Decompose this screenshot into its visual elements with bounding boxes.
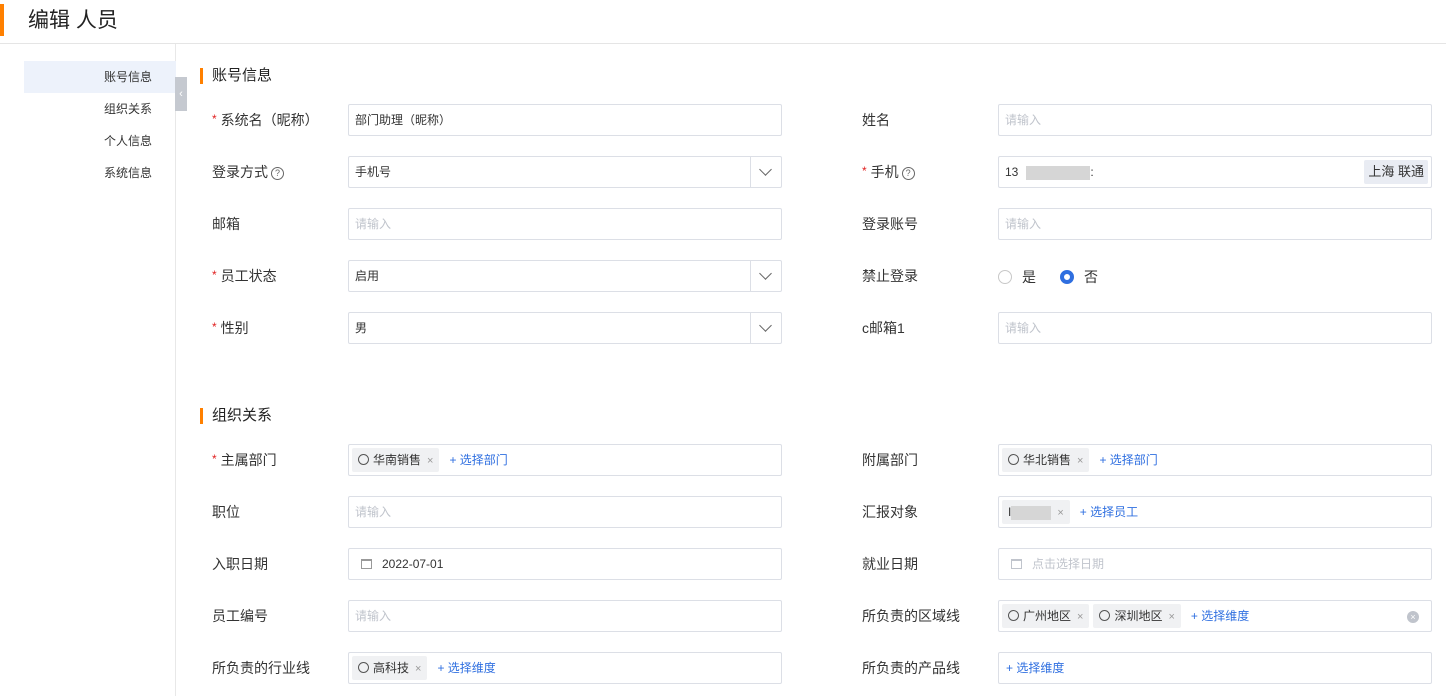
position-label: 职位 (212, 504, 240, 520)
dept-circle-icon (1008, 610, 1019, 621)
dept-tag: 华南销售 × (352, 448, 440, 472)
close-icon[interactable]: × (1168, 611, 1174, 623)
redacted-block (1011, 505, 1052, 520)
industry-line-label: 所负责的行业线 (212, 660, 310, 676)
nickname-label: * 系统名（昵称） (212, 112, 319, 128)
radio-no[interactable]: 否 (1060, 268, 1098, 286)
login-account-label: 登录账号 (862, 216, 918, 232)
main-dept-picker[interactable]: 华南销售 × + 选择部门 (348, 444, 782, 476)
product-line-picker[interactable]: + 选择维度 (998, 652, 1432, 684)
name-input[interactable]: 请输入 (998, 104, 1432, 136)
required-mark: * (212, 112, 217, 126)
calendar-icon (1011, 559, 1022, 569)
nickname-input[interactable]: 部门助理（昵称） (348, 104, 782, 136)
help-icon[interactable]: ? (271, 167, 284, 180)
c-email-input[interactable]: 请输入 (998, 312, 1432, 344)
entry-date-label: 入职日期 (212, 556, 268, 572)
product-line-label: 所负责的产品线 (862, 660, 960, 676)
c-email-label: c邮箱1 (862, 320, 905, 336)
industry-tag: 高科技 × (352, 656, 428, 680)
gender-select[interactable]: 男 (348, 312, 782, 344)
sidebar-item-system[interactable]: 系统信息 (24, 157, 176, 189)
close-icon[interactable]: × (1057, 507, 1063, 519)
sidebar-item-personal[interactable]: 个人信息 (24, 125, 176, 157)
dept-circle-icon (1099, 610, 1111, 621)
sub-dept-label: 附属部门 (862, 452, 918, 468)
report-to-label: 汇报对象 (862, 504, 918, 520)
sidebar-item-account[interactable]: 账号信息 (24, 61, 176, 93)
required-mark: * (212, 320, 217, 334)
status-label: * 员工状态 (212, 268, 277, 284)
chevron-down-icon[interactable] (750, 157, 781, 187)
section-title-org: 组织关系 (200, 406, 272, 426)
add-dept-link[interactable]: + 选择部门 (449, 445, 507, 475)
chevron-down-icon[interactable] (750, 313, 781, 343)
dept-circle-icon (358, 454, 369, 465)
section-title-account: 账号信息 (200, 66, 272, 86)
position-input[interactable]: 请输入 (348, 496, 782, 528)
add-dimension-link[interactable]: + 选择维度 (1191, 601, 1249, 631)
dept-circle-icon (358, 662, 369, 673)
redacted-block (1026, 165, 1091, 180)
login-method-select[interactable]: 手机号 (348, 156, 782, 188)
carrier-badge: 上海 联通 (1364, 160, 1428, 184)
forbid-login-label: 禁止登录 (862, 268, 918, 284)
add-dimension-link[interactable]: + 选择维度 (1006, 653, 1064, 683)
name-label: 姓名 (862, 112, 890, 128)
close-icon[interactable]: × (1077, 455, 1083, 467)
employment-date-label: 就业日期 (862, 556, 918, 572)
phone-label: * 手机? (862, 162, 915, 183)
page-title: 编辑 人员 (28, 9, 118, 32)
employment-date-picker[interactable]: 点击选择日期 (998, 548, 1432, 580)
header-accent-bar (0, 4, 4, 36)
required-mark: * (212, 452, 217, 466)
gender-label: * 性别 (212, 320, 249, 336)
radio-unchecked-icon[interactable] (998, 270, 1012, 284)
chevron-down-icon[interactable] (750, 261, 781, 291)
login-method-value: 手机号 (355, 165, 392, 179)
radio-checked-icon[interactable] (1060, 270, 1074, 284)
employee-no-input[interactable]: 请输入 (348, 600, 782, 632)
help-icon[interactable]: ? (901, 167, 915, 180)
status-value: 启用 (355, 269, 380, 283)
add-dept-link[interactable]: + 选择部门 (1099, 445, 1157, 475)
add-employee-link[interactable]: + 选择员工 (1080, 497, 1138, 527)
email-input[interactable]: 请输入 (348, 208, 782, 240)
phone-input[interactable]: 13: 上海 联通 (998, 156, 1432, 188)
login-method-label: 登录方式? (212, 162, 284, 182)
add-dimension-link[interactable]: + 选择维度 (437, 653, 495, 683)
region-tag: 深圳地区 × (1093, 604, 1181, 628)
sidebar: 账号信息 组织关系 个人信息 系统信息 (0, 44, 176, 696)
region-line-label: 所负责的区域线 (862, 608, 960, 624)
required-mark: * (212, 268, 217, 282)
login-account-input[interactable]: 请输入 (998, 208, 1432, 240)
radio-yes[interactable]: 是 (998, 268, 1036, 286)
employee-no-label: 员工编号 (212, 608, 268, 624)
clear-icon[interactable]: × (1407, 611, 1419, 623)
region-tag: 广州地区 × (1002, 604, 1090, 628)
sidebar-item-org[interactable]: 组织关系 (24, 93, 176, 125)
employee-tag: I × (1002, 500, 1070, 524)
dept-tag: 华北销售 × (1002, 448, 1090, 472)
dept-circle-icon (1008, 454, 1019, 465)
sidebar-collapse-icon[interactable]: ‹ (175, 77, 187, 111)
status-select[interactable]: 启用 (348, 260, 782, 292)
calendar-icon (361, 559, 372, 569)
gender-value: 男 (355, 321, 368, 335)
close-icon[interactable]: × (1077, 611, 1083, 623)
entry-date-picker[interactable]: 2022-07-01 (348, 548, 782, 580)
report-to-picker[interactable]: I × + 选择员工 (998, 496, 1432, 528)
close-icon[interactable]: × (427, 455, 433, 467)
page-header: 编辑 人员 (0, 0, 1446, 44)
region-line-picker[interactable]: 广州地区 × 深圳地区 × + 选择维度 × (998, 600, 1432, 632)
close-icon[interactable]: × (415, 663, 421, 675)
main-dept-label: * 主属部门 (212, 452, 277, 468)
sub-dept-picker[interactable]: 华北销售 × + 选择部门 (998, 444, 1432, 476)
required-mark: * (862, 164, 867, 178)
industry-line-picker[interactable]: 高科技 × + 选择维度 (348, 652, 782, 684)
email-label: 邮箱 (212, 216, 240, 232)
